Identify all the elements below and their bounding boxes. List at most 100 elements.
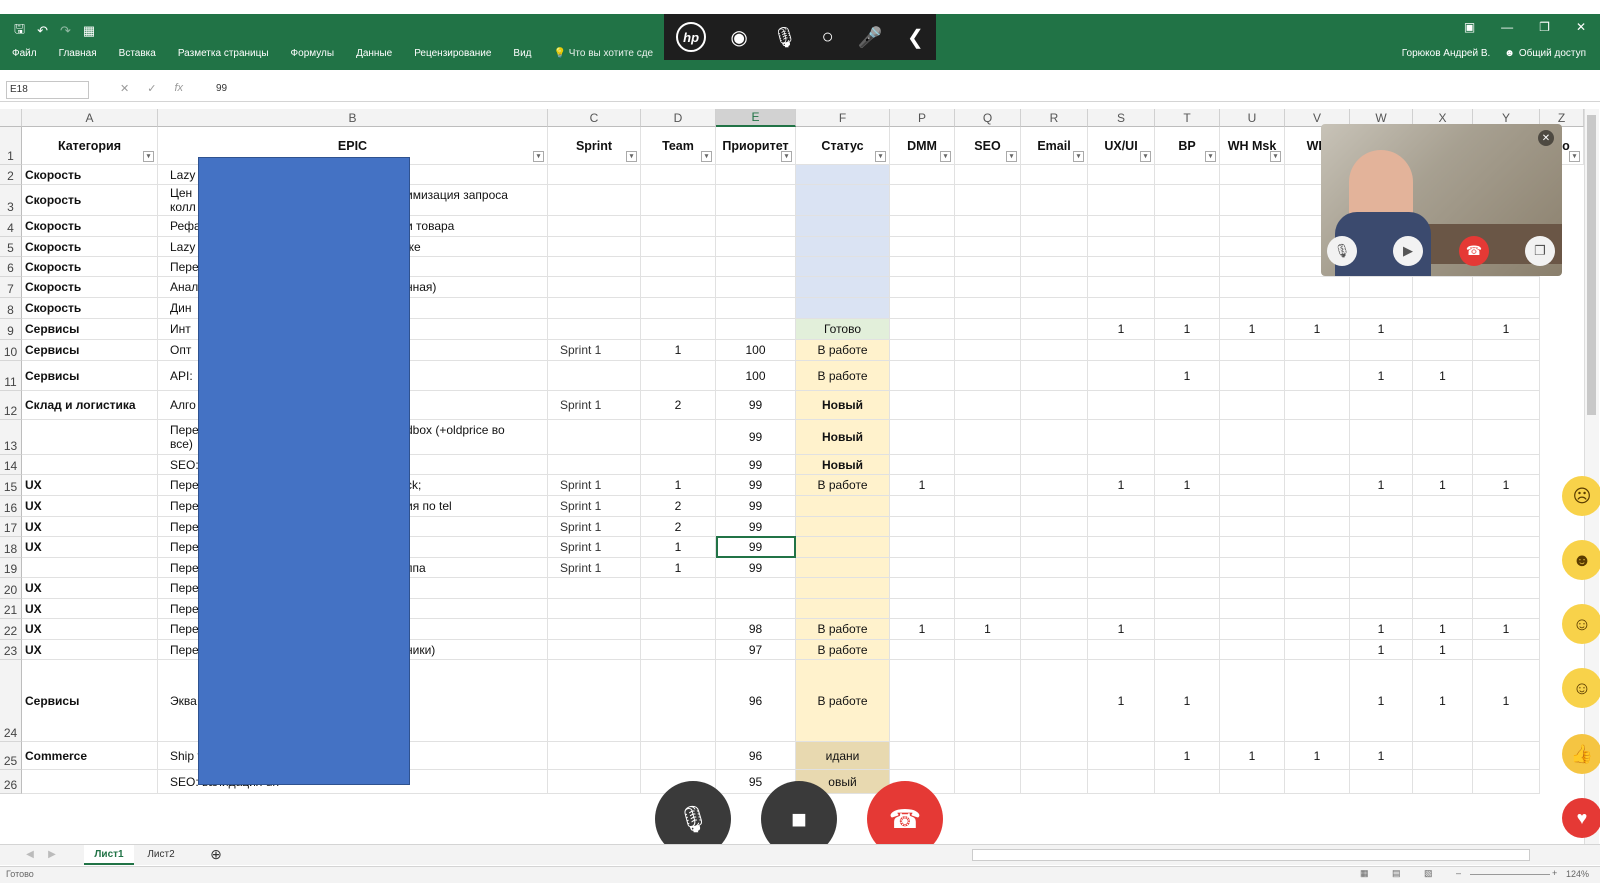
flag-cell[interactable]: 1 xyxy=(1473,619,1540,640)
flag-cell[interactable] xyxy=(1285,455,1350,475)
tab-review[interactable]: Рецензирование xyxy=(414,48,491,59)
flag-cell[interactable] xyxy=(1155,517,1220,537)
sprint-cell[interactable] xyxy=(548,742,641,770)
priority-cell[interactable] xyxy=(716,216,796,237)
smile-emoji-icon[interactable]: ☺ xyxy=(1562,604,1600,644)
team-cell[interactable] xyxy=(641,660,716,742)
flag-cell[interactable] xyxy=(1088,216,1155,237)
flag-cell[interactable] xyxy=(890,742,955,770)
flag-cell[interactable] xyxy=(1350,277,1413,298)
flag-cell[interactable] xyxy=(1155,537,1220,558)
flag-cell[interactable] xyxy=(1088,558,1155,578)
flag-cell[interactable] xyxy=(1350,455,1413,475)
flag-cell[interactable] xyxy=(890,640,955,660)
team-cell[interactable] xyxy=(641,420,716,455)
flag-cell[interactable] xyxy=(1350,496,1413,517)
team-cell[interactable] xyxy=(641,216,716,237)
status-cell[interactable]: В работе xyxy=(796,619,890,640)
flag-cell[interactable]: 1 xyxy=(1155,742,1220,770)
flag-cell[interactable] xyxy=(890,216,955,237)
status-cell[interactable]: Новый xyxy=(796,420,890,455)
chat-button[interactable]: ▤ xyxy=(1357,800,1391,834)
flag-cell[interactable] xyxy=(1220,340,1285,361)
category-cell[interactable] xyxy=(22,558,158,578)
flag-cell[interactable] xyxy=(890,165,955,185)
category-cell[interactable]: Скорость xyxy=(22,216,158,237)
flag-cell[interactable] xyxy=(1285,361,1350,391)
priority-cell[interactable]: 99 xyxy=(716,391,796,420)
flag-cell[interactable] xyxy=(1285,599,1350,619)
flag-cell[interactable] xyxy=(955,558,1021,578)
flag-cell[interactable] xyxy=(1350,578,1413,599)
flag-cell[interactable] xyxy=(1021,578,1088,599)
flag-cell[interactable] xyxy=(1088,578,1155,599)
status-cell[interactable]: Новый xyxy=(796,391,890,420)
flag-cell[interactable] xyxy=(955,496,1021,517)
undo-icon[interactable]: ↶ xyxy=(37,23,48,39)
column-header[interactable]: C xyxy=(548,109,641,127)
flag-cell[interactable] xyxy=(1285,517,1350,537)
flag-cell[interactable]: 1 xyxy=(1413,475,1473,496)
sprint-cell[interactable] xyxy=(548,298,641,319)
flag-cell[interactable]: 1 xyxy=(1088,619,1155,640)
flag-cell[interactable]: 1 xyxy=(1413,640,1473,660)
priority-cell[interactable] xyxy=(716,277,796,298)
flag-cell[interactable] xyxy=(1088,420,1155,455)
flag-cell[interactable] xyxy=(955,537,1021,558)
team-cell[interactable] xyxy=(641,742,716,770)
flag-cell[interactable] xyxy=(1088,257,1155,277)
add-sheet-icon[interactable]: ⊕ xyxy=(206,845,226,863)
header-cell[interactable]: Статус ▾ xyxy=(796,127,890,165)
category-cell[interactable]: Склад и логистика xyxy=(22,391,158,420)
sprint-cell[interactable] xyxy=(548,619,641,640)
row-header[interactable]: 20 xyxy=(0,578,22,599)
flag-cell[interactable] xyxy=(1413,277,1473,298)
tell-me-box[interactable]: 💡 Что вы хотите сде xyxy=(554,48,676,59)
flag-cell[interactable] xyxy=(1021,340,1088,361)
flag-cell[interactable] xyxy=(890,455,955,475)
flag-cell[interactable] xyxy=(890,237,955,257)
zoom-in-icon[interactable]: + xyxy=(1552,868,1557,878)
flag-cell[interactable] xyxy=(1021,216,1088,237)
flag-cell[interactable] xyxy=(1413,742,1473,770)
team-cell[interactable] xyxy=(641,455,716,475)
flag-cell[interactable]: 1 xyxy=(890,475,955,496)
flag-cell[interactable] xyxy=(1088,640,1155,660)
page-break-icon[interactable]: ▧ xyxy=(1424,868,1433,879)
flag-cell[interactable] xyxy=(1473,640,1540,660)
flag-cell[interactable] xyxy=(1350,537,1413,558)
flag-cell[interactable] xyxy=(1155,165,1220,185)
flag-cell[interactable] xyxy=(1413,340,1473,361)
flag-cell[interactable] xyxy=(955,475,1021,496)
video-hangup-icon[interactable]: ☎ xyxy=(1459,236,1489,266)
flag-cell[interactable] xyxy=(1155,277,1220,298)
flag-cell[interactable] xyxy=(1088,391,1155,420)
header-cell[interactable]: UX/UI ▾ xyxy=(1088,127,1155,165)
priority-cell[interactable] xyxy=(716,185,796,216)
category-cell[interactable]: UX xyxy=(22,619,158,640)
video-camera-icon[interactable]: ▶ xyxy=(1393,236,1423,266)
flag-cell[interactable] xyxy=(1350,298,1413,319)
team-cell[interactable]: 2 xyxy=(641,496,716,517)
flag-cell[interactable] xyxy=(1021,165,1088,185)
flag-cell[interactable] xyxy=(1021,455,1088,475)
flag-cell[interactable] xyxy=(1021,361,1088,391)
flag-cell[interactable]: 1 xyxy=(1473,660,1540,742)
sprint-cell[interactable] xyxy=(548,277,641,298)
filter-dropdown-icon[interactable]: ▾ xyxy=(940,151,951,162)
priority-cell[interactable] xyxy=(716,298,796,319)
flag-cell[interactable] xyxy=(890,496,955,517)
flag-cell[interactable] xyxy=(1285,496,1350,517)
column-header[interactable]: B xyxy=(158,109,548,127)
category-cell[interactable]: UX xyxy=(22,599,158,619)
flag-cell[interactable]: 1 xyxy=(1413,619,1473,640)
flag-cell[interactable] xyxy=(1350,599,1413,619)
flag-cell[interactable]: 1 xyxy=(890,619,955,640)
filter-dropdown-icon[interactable]: ▾ xyxy=(1006,151,1017,162)
flag-cell[interactable] xyxy=(1285,391,1350,420)
flag-cell[interactable] xyxy=(890,361,955,391)
header-cell[interactable]: Email ▾ xyxy=(1021,127,1088,165)
flag-cell[interactable] xyxy=(1021,517,1088,537)
flag-cell[interactable] xyxy=(890,319,955,340)
flag-cell[interactable] xyxy=(1473,742,1540,770)
